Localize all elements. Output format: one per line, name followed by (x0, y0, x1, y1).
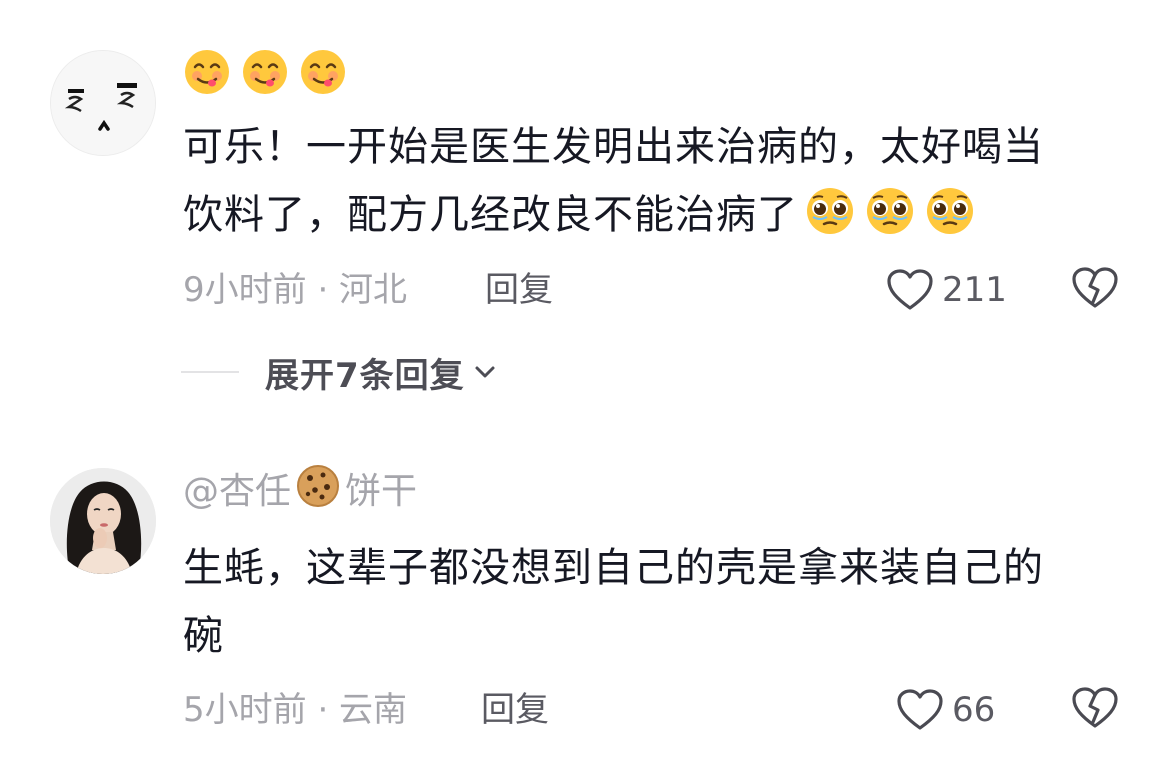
comment-text-line: 饮料了，配方几经改良不能治病了 (183, 181, 1118, 257)
chevron-down-icon (475, 366, 495, 378)
broken-heart-icon (1072, 687, 1118, 728)
comment-text-segment: 饮料了，配方几经改良不能治病了 (183, 192, 798, 238)
yum-emoji-icon (301, 50, 345, 94)
comment-meta: 5小时前 · 云南 (183, 690, 408, 730)
user-avatar[interactable] (50, 50, 156, 156)
comment-text-line: 碗 (183, 613, 224, 659)
yum-emoji-icon (185, 50, 229, 94)
dislike-button[interactable] (1071, 266, 1119, 314)
pleading-emoji-icon (922, 186, 978, 257)
username-prefix: @杏任 (183, 471, 292, 512)
expand-replies-label: 展开7条回复 (265, 355, 465, 396)
comment-text: 可乐！一开始是医生发明出来治病的，太好喝当 饮料了，配方几经改良不能治病了 (183, 113, 1118, 257)
emoji-username-row[interactable] (183, 48, 347, 96)
reply-button[interactable]: 回复 (485, 268, 553, 312)
heart-outline-icon (897, 689, 943, 730)
comment-meta: 9小时前 · 河北 (183, 270, 408, 310)
heart-outline-icon (887, 269, 933, 310)
username[interactable]: @杏任 饼干 (183, 464, 418, 516)
pleading-emoji-icon (802, 186, 858, 257)
like-count: 66 (952, 690, 996, 730)
comment-text: 生蚝，这辈子都没想到自己的壳是拿来装自己的 碗 (183, 534, 1118, 670)
like-button[interactable]: 211 (886, 266, 1007, 314)
divider-line (181, 371, 239, 373)
username-suffix: 饼干 (345, 471, 418, 512)
reply-button[interactable]: 回复 (481, 688, 549, 732)
broken-heart-icon (1072, 267, 1118, 308)
profile-photo-avatar-icon (50, 468, 156, 574)
expand-replies-button[interactable]: 展开7条回复 (181, 350, 499, 396)
comment-text-line: 生蚝，这辈子都没想到自己的壳是拿来装自己的 (183, 545, 1044, 591)
comment-text-line: 可乐！一开始是医生发明出来治病的，太好喝当 (183, 124, 1044, 170)
dislike-button[interactable] (1071, 686, 1119, 734)
like-count: 211 (942, 270, 1007, 310)
user-avatar[interactable] (50, 468, 156, 574)
pleading-emoji-icon (862, 186, 918, 257)
cookie-icon (295, 463, 341, 522)
yum-emoji-icon (243, 50, 287, 94)
like-button[interactable]: 66 (896, 686, 995, 734)
sleepy-face-avatar-icon (51, 51, 155, 155)
